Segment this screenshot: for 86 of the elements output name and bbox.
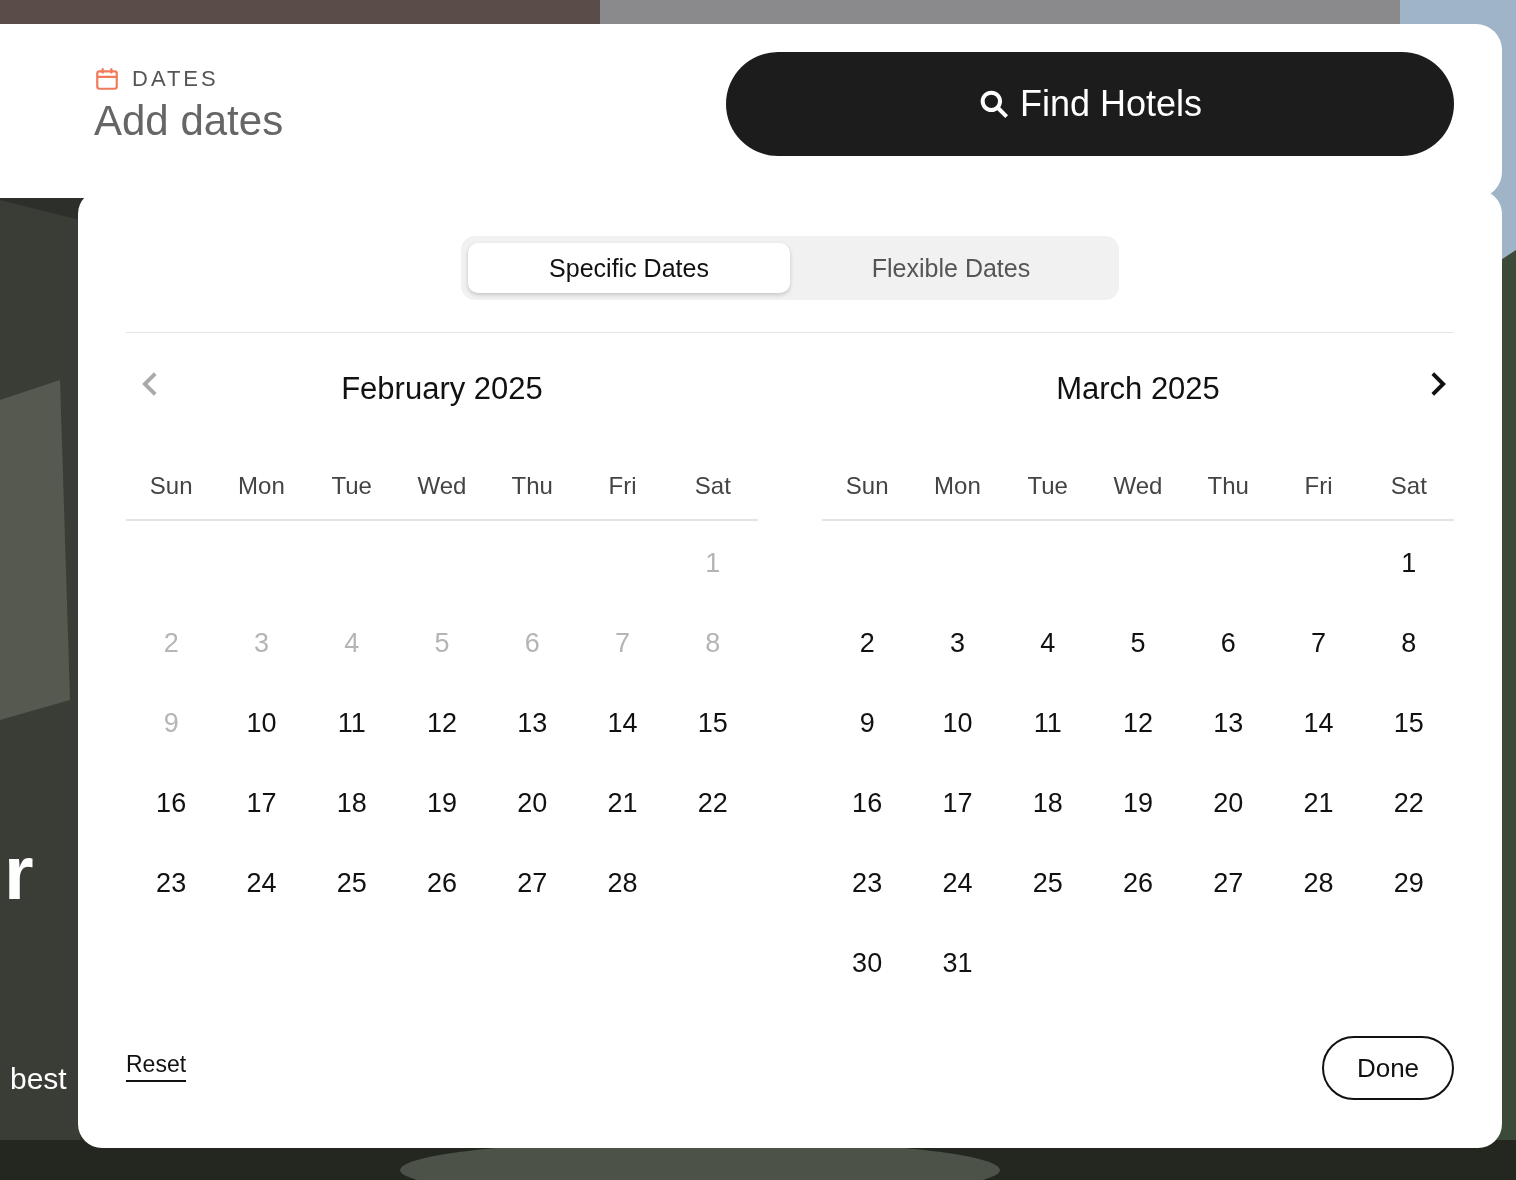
calendar-day[interactable]: 10 (942, 707, 973, 739)
calendar-day[interactable]: 6 (1220, 627, 1236, 659)
calendar-day[interactable]: 27 (517, 867, 548, 899)
weekday-label: Wed (1113, 472, 1163, 500)
hero-title: r (4, 835, 34, 911)
calendar-day[interactable]: 23 (156, 867, 187, 899)
calendar-day: 8 (705, 627, 721, 659)
dates-field[interactable]: Add dates (94, 98, 284, 145)
calendar-day[interactable]: 1 (1401, 547, 1417, 579)
weekday-label: Tue (331, 472, 372, 500)
weekday-label: Tue (1027, 472, 1068, 500)
calendar-day: 3 (253, 627, 269, 659)
calendar-day[interactable]: 13 (1213, 707, 1244, 739)
calendar-day[interactable]: 11 (337, 707, 366, 739)
weekday-label: Sun (845, 472, 889, 500)
calendar-day[interactable]: 16 (156, 787, 187, 819)
calendar-day[interactable]: 18 (1032, 787, 1063, 819)
calendar-day[interactable]: 13 (517, 707, 548, 739)
calendar-day[interactable]: 17 (246, 787, 277, 819)
calendar-day[interactable]: 11 (1033, 707, 1062, 739)
calendar-day[interactable]: 24 (246, 867, 277, 899)
calendar-day[interactable]: 18 (336, 787, 367, 819)
weekday-label: Mon (238, 472, 285, 500)
calendar-day[interactable]: 21 (1303, 787, 1334, 819)
calendar-day[interactable]: 7 (1311, 627, 1327, 659)
tab[interactable]: Flexible Dates (790, 243, 1112, 293)
calendar-day[interactable]: 14 (607, 707, 638, 739)
calendar-day[interactable]: 10 (246, 707, 277, 739)
calendar-day[interactable]: 26 (426, 867, 457, 899)
weekday-label: Sun (149, 472, 193, 500)
calendar-day[interactable]: 28 (1303, 867, 1334, 899)
calendar-day[interactable]: 12 (1122, 707, 1153, 739)
calendar-day[interactable]: 9 (859, 707, 875, 739)
weekday-label: Mon (934, 472, 981, 500)
weekday-label: Sat (694, 472, 731, 500)
calendar-day[interactable]: 31 (942, 947, 973, 979)
calendar-day: 4 (344, 627, 360, 659)
calendar-day[interactable]: 24 (942, 867, 973, 899)
calendar-day[interactable]: 25 (1032, 867, 1063, 899)
calendar-icon (94, 66, 120, 92)
calendar-day[interactable]: 29 (1393, 867, 1424, 899)
done-button[interactable]: Done (1322, 1036, 1454, 1100)
weekday-label: Fri (608, 472, 637, 500)
weekday-label: Fri (1304, 472, 1333, 500)
calendar-day[interactable]: 17 (942, 787, 973, 819)
calendar-day[interactable]: 4 (1040, 627, 1056, 659)
calendar-day[interactable]: 27 (1213, 867, 1244, 899)
weekday-label: Wed (417, 472, 467, 500)
calendar-day[interactable]: 22 (697, 787, 728, 819)
find-hotels-button[interactable]: Find Hotels (726, 52, 1454, 156)
calendar-day: 2 (163, 627, 179, 659)
calendar-day[interactable]: 16 (852, 787, 883, 819)
field-label: DATES (132, 66, 219, 92)
calendar-day[interactable]: 8 (1401, 627, 1417, 659)
hero-subtitle: best (10, 1064, 67, 1094)
weekday-label: Thu (1207, 472, 1249, 500)
calendar-day[interactable]: 2 (859, 627, 875, 659)
calendar-day[interactable]: 26 (1122, 867, 1153, 899)
calendar-day[interactable]: 15 (697, 707, 728, 739)
calendar-day[interactable]: 15 (1393, 707, 1424, 739)
weekday-label: Thu (511, 472, 553, 500)
calendar-day[interactable]: 28 (607, 867, 638, 899)
tab[interactable]: Specific Dates (468, 243, 790, 293)
calendar-day[interactable]: 20 (1213, 787, 1244, 819)
calendar-day[interactable]: 20 (517, 787, 548, 819)
calendar-day: 5 (434, 627, 450, 659)
calendar-day[interactable]: 5 (1130, 627, 1146, 659)
calendar-day: 6 (524, 627, 540, 659)
calendar-day: 7 (615, 627, 631, 659)
reset-link[interactable]: Reset (126, 1050, 187, 1082)
calendar-day[interactable]: 22 (1393, 787, 1424, 819)
calendar-day[interactable]: 25 (336, 867, 367, 899)
calendar-day[interactable]: 23 (852, 867, 883, 899)
calendar-day[interactable]: 3 (949, 627, 965, 659)
calendar-day: 9 (163, 707, 179, 739)
month-title: February 2025 (341, 371, 543, 407)
calendar-day[interactable]: 30 (852, 947, 883, 979)
month-title: March 2025 (1056, 371, 1220, 407)
calendar-day[interactable]: 19 (426, 787, 457, 819)
calendar-day[interactable]: 21 (607, 787, 638, 819)
calendar-day: 1 (705, 547, 721, 579)
calendar-day[interactable]: 14 (1303, 707, 1334, 739)
weekday-label: Sat (1390, 472, 1427, 500)
chevron-right-icon[interactable] (1430, 371, 1446, 397)
calendar-day[interactable]: 12 (426, 707, 457, 739)
calendar-day[interactable]: 19 (1122, 787, 1153, 819)
